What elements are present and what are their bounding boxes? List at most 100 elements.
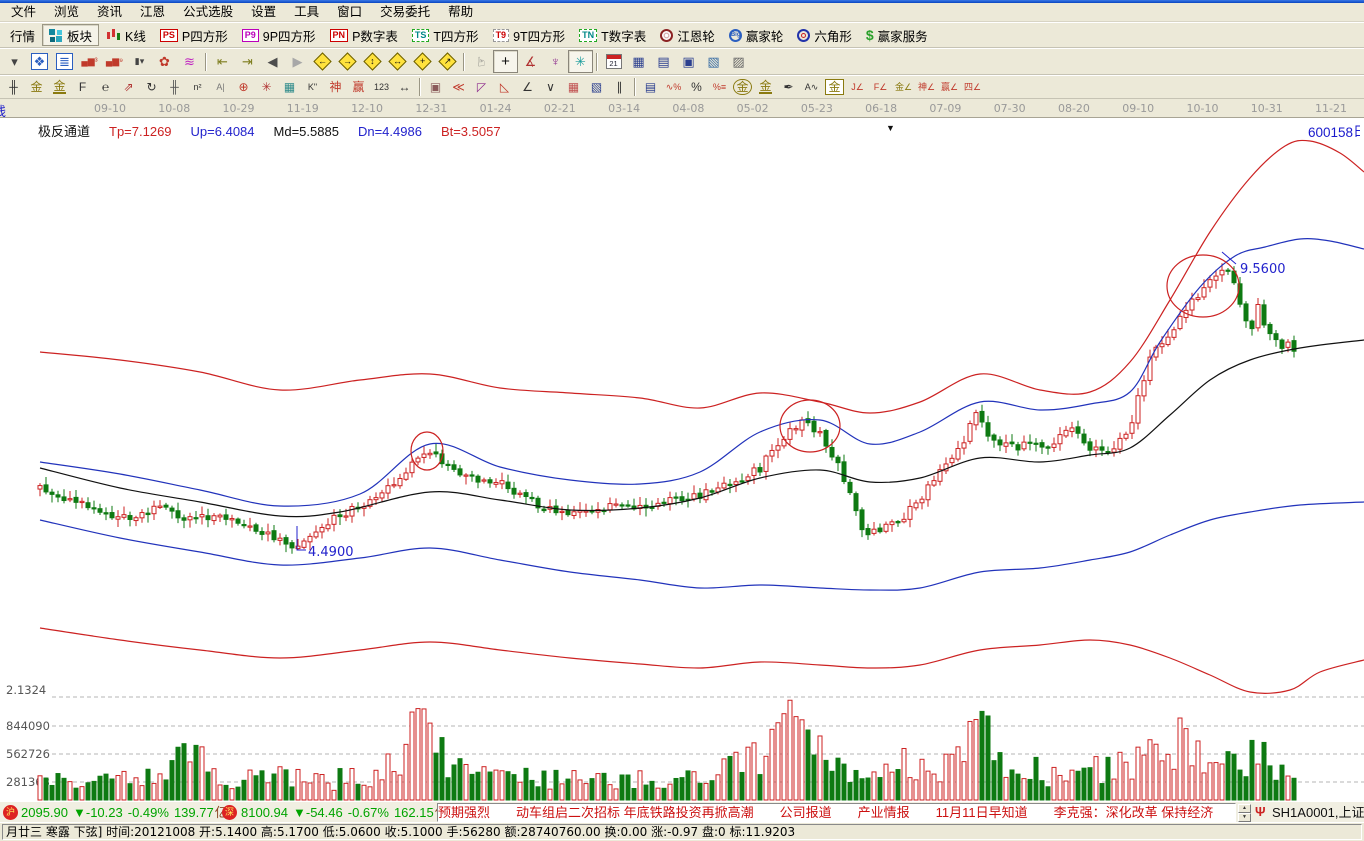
spin-down-icon[interactable]: ▼	[1238, 813, 1251, 822]
kline-3-combine-button[interactable]: ▄▆³	[77, 50, 102, 73]
radial-web-button[interactable]: ✳	[255, 77, 278, 97]
k-prime-button[interactable]: K"	[301, 77, 324, 97]
hand-tool-button[interactable]: ☞	[468, 50, 493, 73]
toolbar-button-quotes[interactable]: 行情	[3, 24, 42, 46]
toolbar-button-9p-square[interactable]: P99P四方形	[235, 24, 323, 46]
smart-brain-button[interactable]: ✳	[568, 50, 593, 73]
crosshair-tool-button[interactable]: +	[493, 50, 518, 73]
info-panel-button[interactable]: ≣	[52, 50, 77, 73]
toolbar-button-t-number[interactable]: TNT数字表	[572, 24, 653, 46]
jump-last-button[interactable]: ⇥	[235, 50, 260, 73]
gann-ruler-button[interactable]: ╫	[2, 77, 25, 97]
fan-box-red-button[interactable]: ◺	[493, 77, 516, 97]
stats-list-button[interactable]: ▤	[639, 77, 662, 97]
remote-data-button[interactable]: ▧	[701, 50, 726, 73]
spin-up-icon[interactable]: ▲	[1238, 804, 1251, 813]
grid-web-button[interactable]: ▦	[562, 77, 585, 97]
win-angle-button[interactable]: 赢∠	[938, 77, 961, 97]
plain-ruler-button[interactable]: ╫	[163, 77, 186, 97]
notepad-button[interactable]: ▤	[651, 50, 676, 73]
toolbar-button-kline[interactable]: K线	[99, 24, 153, 46]
parallel-channel-button[interactable]: ∥	[608, 77, 631, 97]
kline-chart[interactable]: 2.13248440905627262813634.49009.5600	[0, 118, 1364, 801]
brush-measure-button[interactable]: ✒	[777, 77, 800, 97]
calendar-button[interactable]: 21	[601, 50, 626, 73]
fan-lines-button[interactable]: ≪	[447, 77, 470, 97]
percent-levels-button[interactable]: %≡	[708, 77, 731, 97]
diamond-left-button[interactable]: ←	[310, 50, 335, 73]
candle-period-dropdown-button[interactable]: ▮▾	[127, 50, 152, 73]
fib-ruler-button[interactable]: F	[71, 77, 94, 97]
span-measure-button[interactable]: ↔	[393, 77, 416, 97]
diamond-leftright-button[interactable]: ↔	[385, 50, 410, 73]
n-squared-button[interactable]: n²	[186, 77, 209, 97]
fan-box-purple-button[interactable]: ◸	[470, 77, 493, 97]
cycle-circle-button[interactable]: ↻	[140, 77, 163, 97]
square-web-button[interactable]: ▦	[278, 77, 301, 97]
toolbar-button-t-square[interactable]: TST四方形	[405, 24, 486, 46]
step-back-button[interactable]: ◀	[260, 50, 285, 73]
ticker-spin-control[interactable]: ▲▼	[1238, 804, 1251, 821]
box-ruler-button[interactable]: ▣	[424, 77, 447, 97]
step-forward-button[interactable]: ▶	[285, 50, 310, 73]
toolbar-button-gann-wheel[interactable]: 江恩轮	[653, 24, 722, 46]
print-screen-button[interactable]: ▨	[726, 50, 751, 73]
gold-box-button[interactable]: 金	[823, 77, 846, 97]
mirror-angle-button[interactable]: A|	[209, 77, 232, 97]
angle-pair-button[interactable]: ∠	[516, 77, 539, 97]
j-angle-button[interactable]: J∠	[846, 77, 869, 97]
diamond-updown-button[interactable]: ↕	[360, 50, 385, 73]
kline-9-combine-button[interactable]: ▄▆⁹	[102, 50, 127, 73]
number-ruler-button[interactable]: 123	[370, 77, 393, 97]
gold-ratio-ruler-2-button[interactable]: 金	[48, 77, 71, 97]
menu-help[interactable]: 帮助	[439, 3, 482, 21]
v-wave-button[interactable]: ∨	[539, 77, 562, 97]
diamond-zoom-out-button[interactable]: ↗	[435, 50, 460, 73]
toolbar-button-9t-square[interactable]: T99T四方形	[486, 24, 573, 46]
gold-ratio-ruler-button[interactable]: 金	[25, 77, 48, 97]
calculator-button[interactable]: ▦	[626, 50, 651, 73]
wave-a-button[interactable]: A∿	[800, 77, 823, 97]
menu-gann[interactable]: 江恩	[131, 3, 174, 21]
menu-trade[interactable]: 交易委托	[371, 3, 439, 21]
winner-logo-button[interactable]: ❖	[27, 50, 52, 73]
shen-ruler-button[interactable]: 神	[324, 77, 347, 97]
expand-dropdown-button[interactable]: ▾	[2, 50, 27, 73]
toolbar-button-winner-wheel[interactable]: Big赢家轮	[722, 24, 791, 46]
toolbar-button-p-number[interactable]: PNP数字表	[323, 24, 405, 46]
menu-tools[interactable]: 工具	[285, 3, 328, 21]
percent-tool-button[interactable]: %	[685, 77, 708, 97]
gann-knot-button[interactable]: ♆	[543, 50, 568, 73]
diamond-right-button[interactable]: →	[335, 50, 360, 73]
gann-seal-button[interactable]: ✿	[152, 50, 177, 73]
sh-market-badge[interactable]: 沪	[3, 805, 18, 820]
sz-market-badge[interactable]: 深	[222, 805, 237, 820]
target-crosshair-button[interactable]: ⊕	[232, 77, 255, 97]
toolbar-button-winner-service[interactable]: $赢家服务	[859, 24, 935, 46]
percent-wave-button[interactable]: ∿%	[662, 77, 685, 97]
menu-file[interactable]: 文件	[2, 3, 45, 21]
jump-first-button[interactable]: ⇤	[210, 50, 235, 73]
save-disk-button[interactable]: ▣	[676, 50, 701, 73]
gold-angle-button[interactable]: 金∠	[892, 77, 915, 97]
gold-circle-button[interactable]: 金	[731, 77, 754, 97]
time-cycle-rocket-button[interactable]: ⇗	[117, 77, 140, 97]
menu-settings[interactable]: 设置	[242, 3, 285, 21]
shen-angle-button[interactable]: 神∠	[915, 77, 938, 97]
news-ticker[interactable]: 预期强烈 动车组启二次招标 年底铁路投资再掀高潮 公司报道 产业情报 11月11…	[437, 803, 1236, 822]
toolbar-button-hexagon[interactable]: 六角形	[790, 24, 859, 46]
color-histogram-button[interactable]: ≋	[177, 50, 202, 73]
win-ruler-button[interactable]: 赢	[347, 77, 370, 97]
angle-measure-button[interactable]: ∡	[518, 50, 543, 73]
spiral-tool-button[interactable]: ℮	[94, 77, 117, 97]
menu-window[interactable]: 窗口	[328, 3, 371, 21]
grid-trend-button[interactable]: ▧	[585, 77, 608, 97]
menu-news[interactable]: 资讯	[88, 3, 131, 21]
four-angle-button[interactable]: 四∠	[961, 77, 984, 97]
diamond-zoom-in-button[interactable]: +	[410, 50, 435, 73]
toolbar-button-p-square[interactable]: PSP四方形	[153, 24, 235, 46]
gold-levels-button[interactable]: 金	[754, 77, 777, 97]
menu-browse[interactable]: 浏览	[45, 3, 88, 21]
toolbar-button-sectors[interactable]: 板块	[42, 24, 99, 46]
f-angle-button[interactable]: F∠	[869, 77, 892, 97]
